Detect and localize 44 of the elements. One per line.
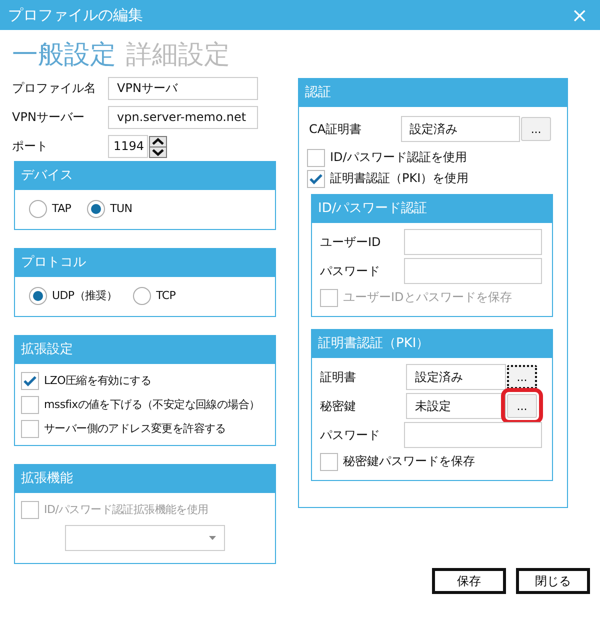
checkbox-option[interactable]: mssfixの値を下げる（不安定な回線の場合） xyxy=(21,394,269,415)
panel-header: 拡張設定 xyxy=(15,336,275,364)
password-field[interactable] xyxy=(404,258,542,284)
panel-header: ID/パスワード認証 xyxy=(312,195,552,223)
file-field[interactable]: 未設定 xyxy=(406,393,506,419)
panel-header: プロトコル xyxy=(15,249,275,277)
field-label: ユーザーID xyxy=(320,234,382,250)
text-field[interactable]: VPNサーバ xyxy=(108,77,258,100)
dialog-button[interactable]: 閉じる xyxy=(516,568,590,594)
dialog-button[interactable]: 保存 xyxy=(432,568,506,594)
checkbox-option[interactable]: サーバー側のアドレス変更を許容する xyxy=(21,418,269,439)
ca-certificate-field[interactable]: 設定済み xyxy=(400,116,520,142)
dropdown-caret-icon xyxy=(209,536,216,540)
panel-header: 証明書認証（PKI） xyxy=(312,330,552,358)
radio-option[interactable]: TCP xyxy=(133,285,176,306)
checkbox-option[interactable]: ID/パスワード認証を使用 xyxy=(307,147,551,168)
field-label: 証明書 xyxy=(320,368,357,386)
field-label: プロファイル名 xyxy=(12,80,97,97)
radio-option[interactable]: UDP（推奨） xyxy=(29,285,118,306)
panel-header: 認証 xyxy=(299,79,567,107)
file-field[interactable]: 設定済み xyxy=(406,364,506,390)
field-label: VPNサーバー xyxy=(12,109,86,126)
panel-header: デバイス xyxy=(15,162,275,190)
field-label: ポート xyxy=(12,138,49,155)
browse-button[interactable]: ... xyxy=(507,365,537,389)
panel-header: 拡張機能 xyxy=(15,465,275,493)
radio-option[interactable]: TUN xyxy=(87,198,132,219)
checkbox-option[interactable]: 秘密鍵パスワードを保存 xyxy=(320,451,542,472)
check-icon xyxy=(23,374,37,386)
radio-option[interactable]: TAP xyxy=(29,198,72,219)
field-label: 秘密鍵 xyxy=(320,398,357,414)
browse-button[interactable]: ... xyxy=(521,117,551,141)
password-field[interactable] xyxy=(404,229,542,255)
window-title: プロファイルの編集 xyxy=(8,6,143,24)
password-field[interactable] xyxy=(404,422,542,448)
field-label: CA証明書 xyxy=(308,120,363,138)
check-icon xyxy=(309,172,323,184)
field-label: パスワード xyxy=(320,262,381,280)
spinner-arrows-icon[interactable] xyxy=(149,136,167,158)
text-field[interactable]: vpn.server-memo.net xyxy=(108,106,258,129)
checkbox-option[interactable]: LZO圧縮を有効にする xyxy=(21,370,269,391)
checkbox-option[interactable]: 証明書認証（PKI）を使用 xyxy=(307,168,551,189)
port-field[interactable]: 1194 xyxy=(108,135,148,158)
field-label: パスワード xyxy=(320,426,381,444)
